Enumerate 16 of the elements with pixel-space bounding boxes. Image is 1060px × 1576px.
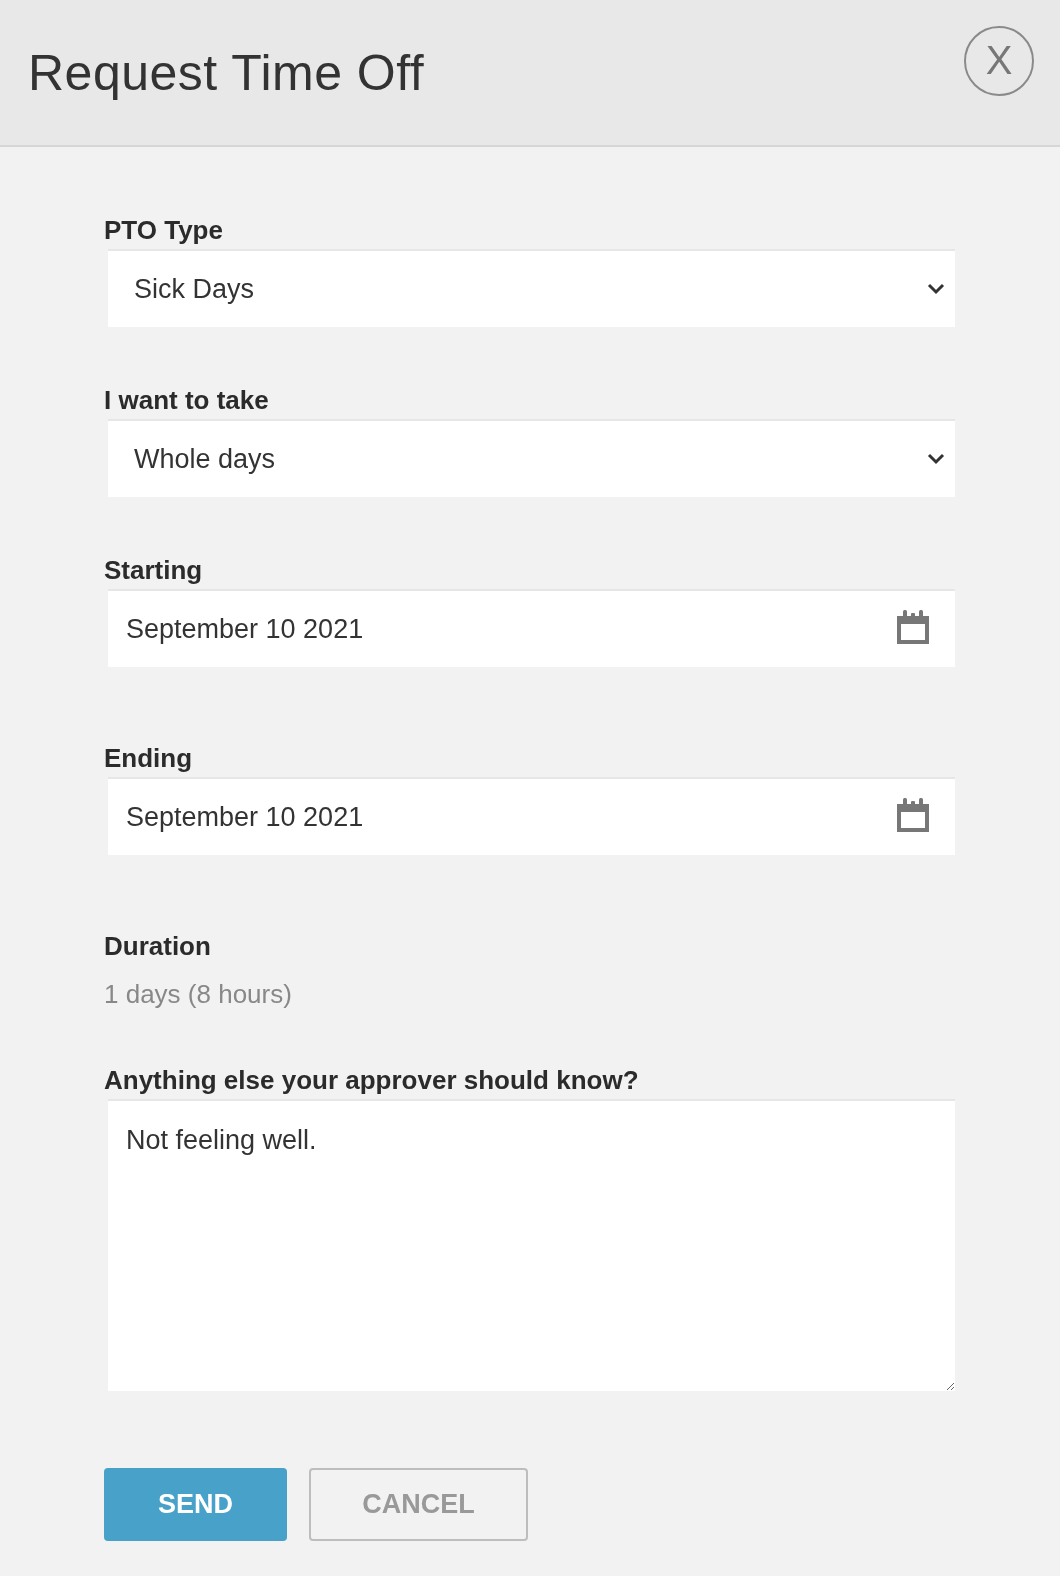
date-field[interactable]: September 10 2021: [108, 777, 955, 855]
field-label: I want to take: [104, 385, 270, 415]
select-field[interactable]: Sick Days: [108, 249, 955, 327]
select-field[interactable]: Whole days: [108, 419, 955, 497]
field-label: Ending: [104, 743, 194, 773]
chevron-icon: [927, 453, 945, 465]
field-label: PTO Type: [104, 215, 224, 245]
field-label: Anything else your approver should know?: [104, 1065, 640, 1095]
date-field[interactable]: September 10 2021: [108, 589, 955, 667]
dialog-title: Request Time Off: [28, 43, 425, 102]
field-label: Duration: [104, 931, 212, 961]
chevron-icon: [927, 283, 945, 295]
duration-value: 1 days (8 hours): [104, 979, 293, 1010]
close-button[interactable]: X: [964, 25, 1034, 96]
comment-field[interactable]: Not feeling well.: [108, 1099, 955, 1391]
field-label: Starting: [104, 555, 204, 585]
